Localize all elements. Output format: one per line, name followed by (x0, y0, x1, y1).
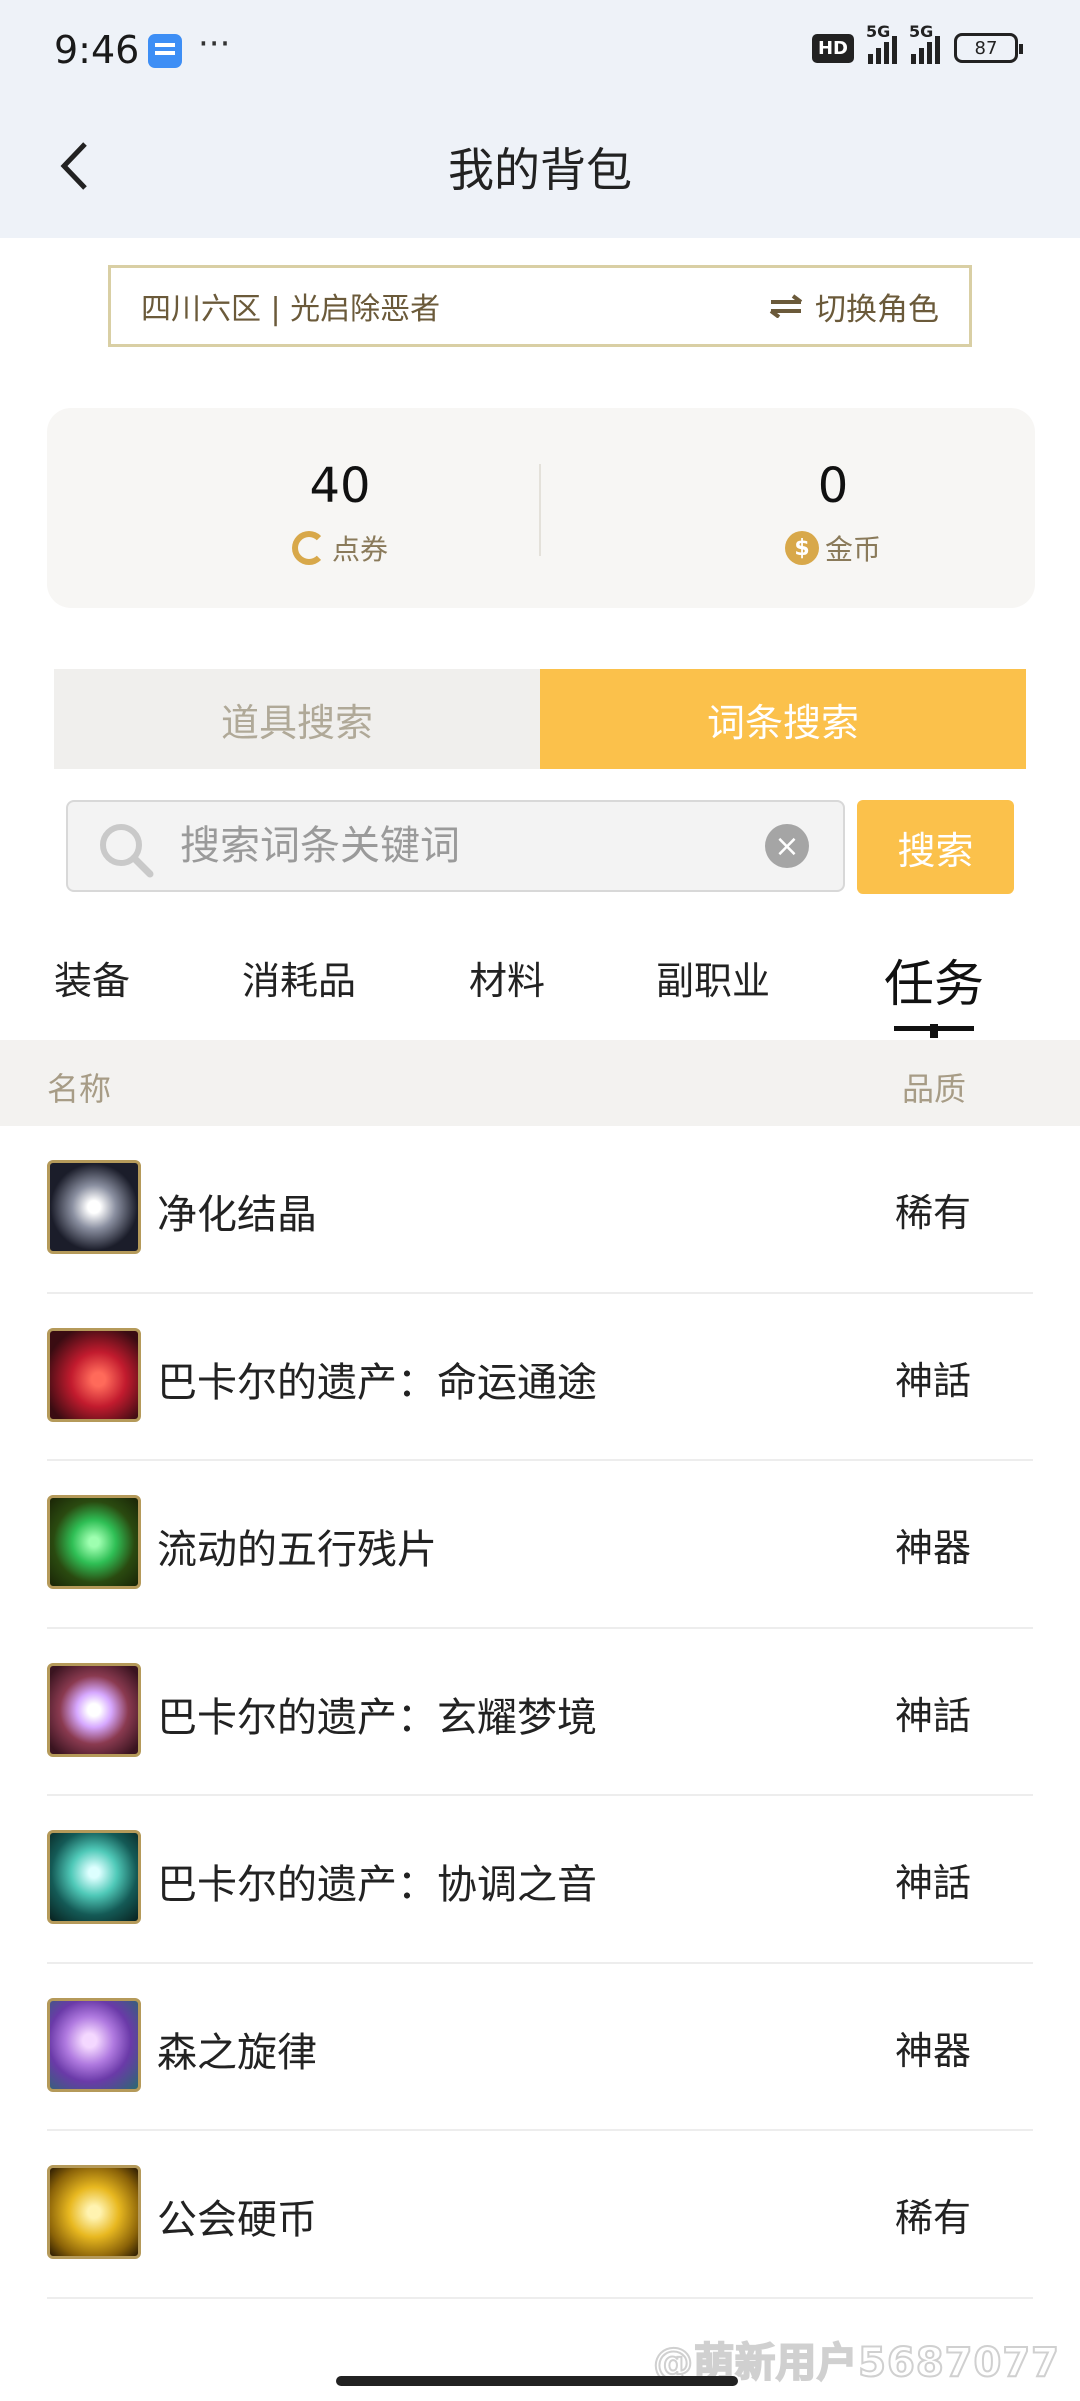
points-label: 点券 (331, 533, 388, 566)
table-row[interactable]: 森之旋律 神器 (47, 1964, 1033, 2131)
search-mode-tabs: 道具搜索 词条搜索 (54, 669, 1026, 769)
signal-icon: 5G (866, 22, 897, 64)
item-name: 巴卡尔的遗产：协调之音 (157, 1862, 597, 1908)
more-notifications-icon: ··· (198, 24, 231, 64)
item-name: 巴卡尔的遗产：玄耀梦境 (157, 1694, 597, 1741)
page-title: 我的背包 (448, 143, 632, 197)
gold-caption: $ 金币 (683, 528, 983, 568)
search-icon (96, 820, 156, 880)
top-bar: 9:46 ··· HD 5G 5G 87 我的背包 (0, 0, 1080, 238)
home-indicator[interactable] (336, 2376, 738, 2386)
role-selector[interactable]: 四川六区 | 光启除恶者 切换角色 (108, 265, 972, 347)
table-row[interactable]: 净化结晶 稀有 (47, 1126, 1033, 1294)
item-name: 巴卡尔的遗产：命运通途 (157, 1359, 597, 1406)
table-row[interactable]: 巴卡尔的遗产：玄耀梦境 神話 (47, 1629, 1033, 1796)
category-tab-equipment[interactable]: 装备 (54, 950, 130, 1005)
points-caption: 点券 (190, 528, 490, 568)
item-quality: 神器 (895, 2028, 972, 2073)
nav-bar: 我的背包 (0, 110, 1080, 220)
points-icon (291, 531, 326, 565)
column-header-quality: 品质 (902, 1070, 967, 1108)
switch-role-button[interactable]: 切换角色 (767, 284, 939, 329)
item-list: 净化结晶 稀有 巴卡尔的遗产：命运通途 神話 流动的五行残片 神器 巴卡尔的遗产… (0, 1126, 1080, 2299)
item-quality: 神話 (895, 1861, 972, 1905)
category-tab-materials[interactable]: 材料 (469, 950, 545, 1005)
gold-coin-icon: $ (784, 531, 819, 565)
category-tab-quest[interactable]: 任务 (884, 944, 984, 1016)
tab-keyword-search[interactable]: 词条搜索 (540, 669, 1026, 769)
gold-value: 0 (817, 458, 849, 514)
active-tab-indicator (894, 1024, 974, 1038)
category-tabs: 装备 消耗品 材料 副职业 任务 (0, 940, 1080, 1040)
item-name: 流动的五行残片 (157, 1527, 437, 1573)
bakal-legacy-dream-icon (47, 1662, 141, 1757)
item-name: 净化结晶 (157, 1192, 317, 1238)
switch-role-label: 切换角色 (815, 291, 939, 328)
table-row[interactable]: 巴卡尔的遗产：命运通途 神話 (47, 1294, 1033, 1461)
forest-melody-icon (47, 1997, 141, 2092)
balance-card: 40 点券 0 $ 金币 (47, 408, 1035, 608)
table-row[interactable]: 流动的五行残片 神器 (47, 1461, 1033, 1629)
table-header: 名称 品质 (0, 1040, 1080, 1126)
five-elements-fragment-icon (47, 1495, 141, 1589)
switch-icon (769, 294, 803, 318)
status-right: HD 5G 5G 87 (811, 22, 1023, 64)
item-quality: 神器 (895, 1526, 972, 1570)
item-name: 森之旋律 (157, 2029, 317, 2076)
item-quality: 稀有 (895, 1191, 972, 1235)
signal-icon-2: 5G (909, 22, 940, 64)
search-row: × 搜索 (66, 800, 1014, 894)
item-quality: 神話 (895, 1358, 972, 1403)
search-button[interactable]: 搜索 (857, 800, 1014, 894)
gold-label: 金币 (824, 533, 881, 566)
bakal-legacy-fate-icon (47, 1327, 141, 1422)
server-role-text: 四川六区 | 光启除恶者 (141, 292, 441, 327)
bakal-legacy-harmony-icon (47, 1830, 141, 1924)
guild-coin-icon (47, 2165, 141, 2259)
item-quality: 神話 (895, 1693, 972, 1738)
column-header-name: 名称 (47, 1070, 112, 1108)
item-name: 公会硬币 (157, 2197, 317, 2243)
gold-balance: 0 $ 金币 (683, 458, 983, 568)
status-time: 9:46 (54, 28, 140, 72)
table-row[interactable]: 巴卡尔的遗产：协调之音 神話 (47, 1796, 1033, 1964)
status-bar: 9:46 ··· HD 5G 5G 87 (0, 0, 1080, 100)
points-value: 40 (309, 458, 371, 514)
balance-divider (539, 464, 541, 556)
clear-icon[interactable]: × (765, 824, 809, 868)
search-input[interactable] (180, 802, 720, 890)
purify-crystal-icon (47, 1160, 141, 1254)
item-quality: 稀有 (895, 2196, 972, 2240)
notification-app-icon (148, 34, 182, 68)
points-balance: 40 点券 (190, 458, 490, 568)
battery-icon: 87 (954, 33, 1023, 63)
tab-item-search[interactable]: 道具搜索 (54, 669, 540, 769)
hd-icon: HD (811, 33, 854, 63)
category-tab-consumables[interactable]: 消耗品 (242, 950, 356, 1005)
search-box: × (66, 800, 845, 892)
table-row[interactable]: 公会硬币 稀有 (47, 2131, 1033, 2299)
category-tab-sub-profession[interactable]: 副职业 (656, 950, 770, 1005)
